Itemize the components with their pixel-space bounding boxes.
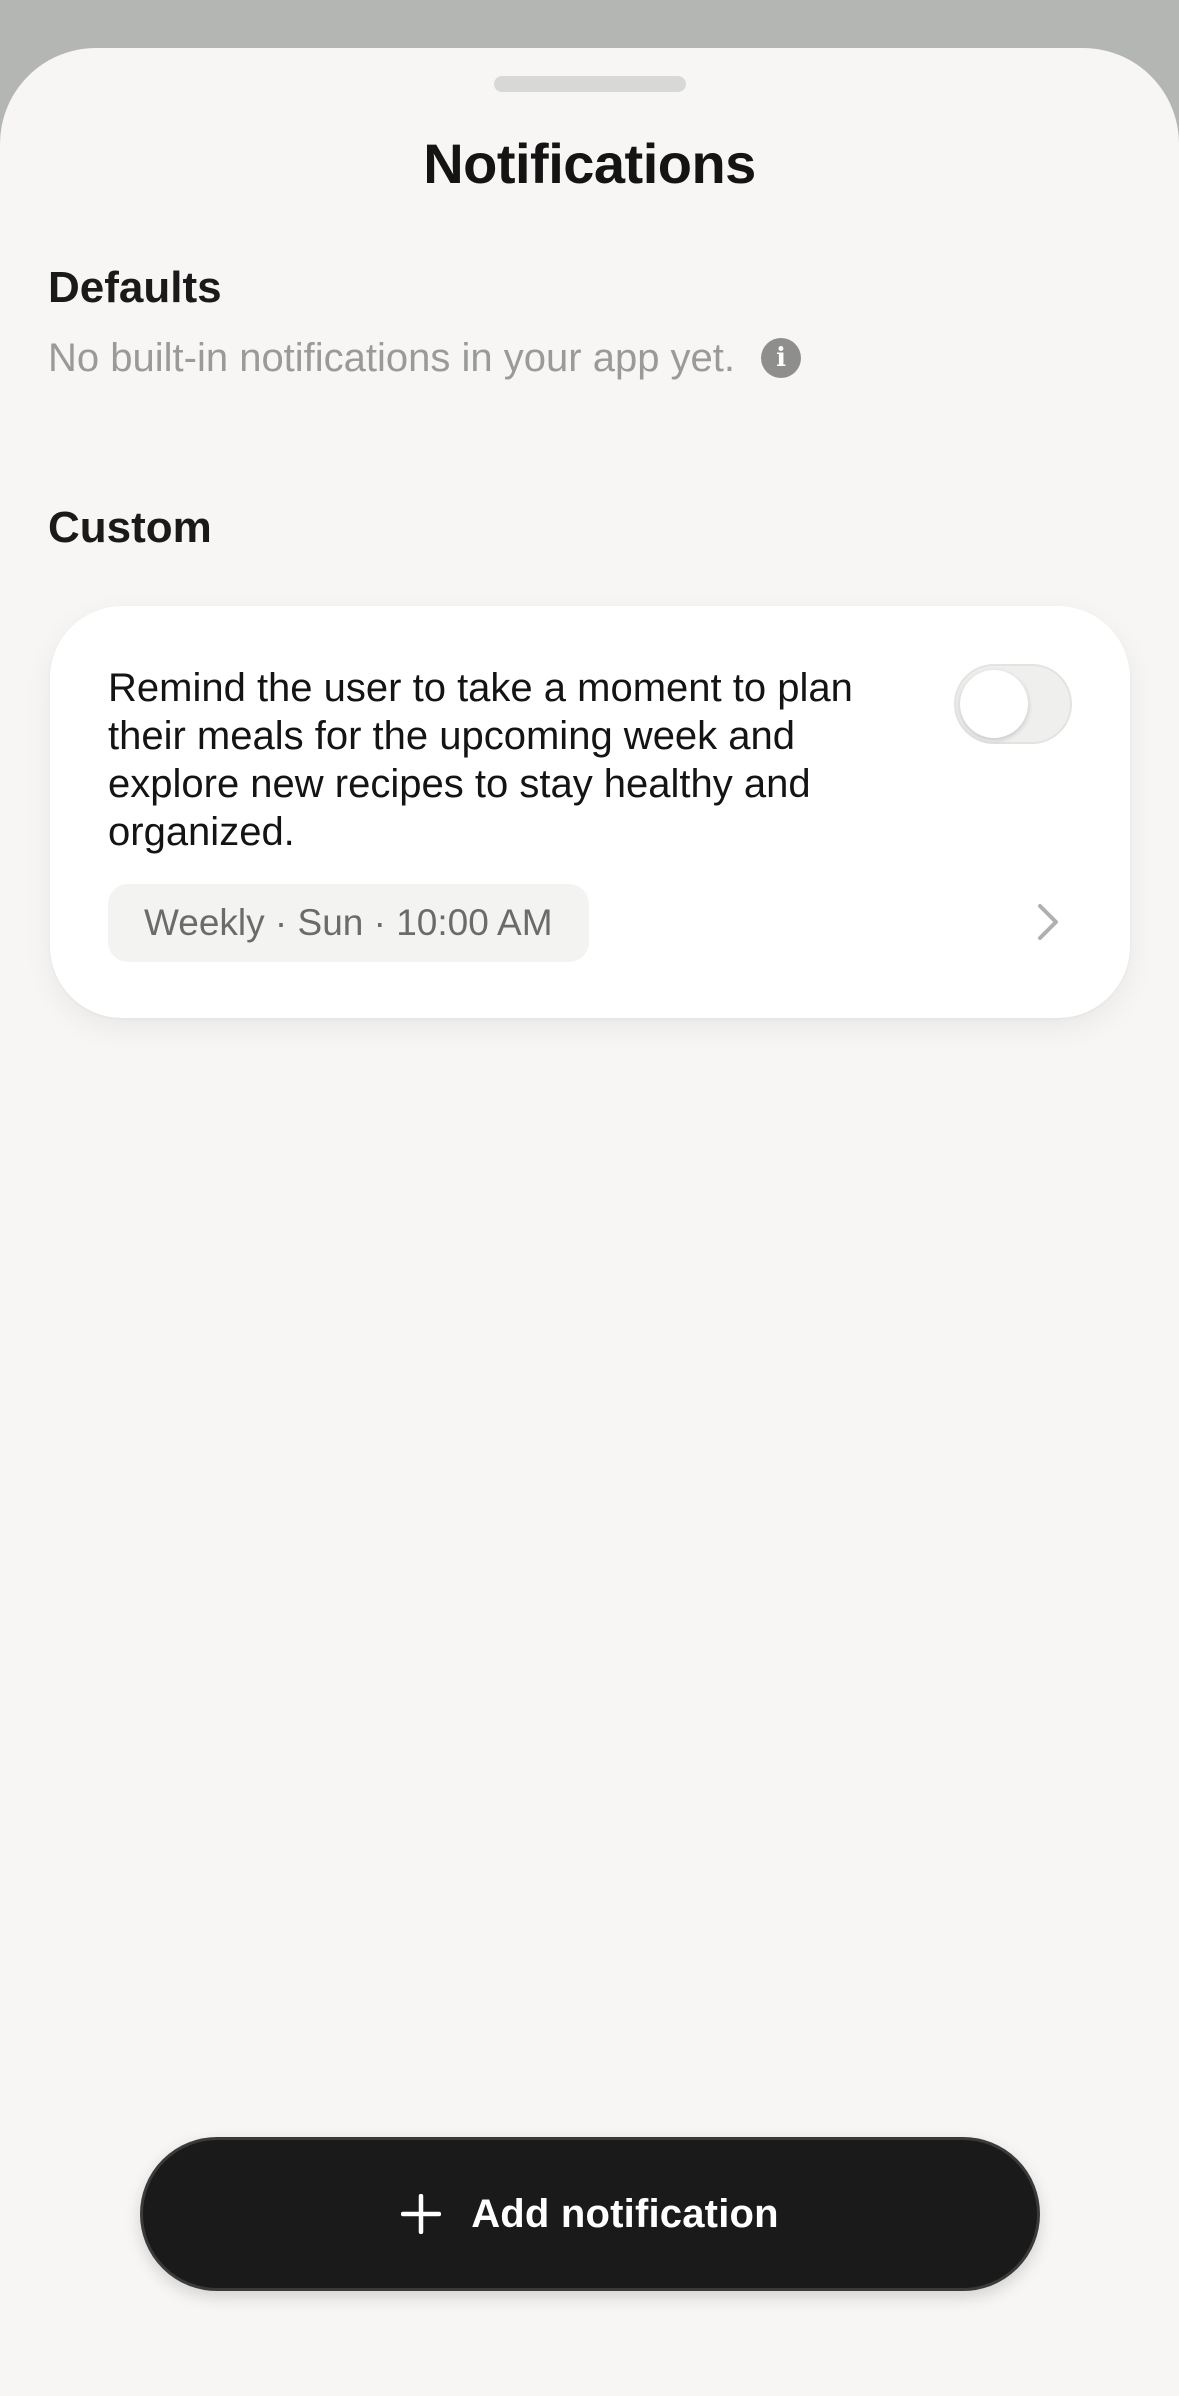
plus-icon <box>401 2194 442 2234</box>
notification-toggle[interactable] <box>954 664 1072 744</box>
notification-text: Remind the user to take a moment to plan… <box>108 666 853 854</box>
chevron-right-icon[interactable] <box>1028 898 1068 946</box>
page-title: Notifications <box>423 132 756 195</box>
custom-notification-card[interactable]: Remind the user to take a moment to plan… <box>50 606 1130 1018</box>
add-notification-button[interactable]: Add notification <box>140 2137 1040 2291</box>
defaults-description-text: No built-in notifications in your app ye… <box>48 336 736 380</box>
notifications-sheet: Notifications Defaults No built-in notif… <box>0 48 1179 2396</box>
info-icon[interactable]: i <box>761 338 802 378</box>
defaults-description: No built-in notifications in your app ye… <box>48 332 802 384</box>
custom-heading: Custom <box>48 503 212 552</box>
add-notification-label: Add notification <box>471 2191 779 2236</box>
sheet-grabber[interactable] <box>494 76 686 92</box>
schedule-badge: Weekly · Sun · 10:00 AM <box>108 884 589 962</box>
defaults-heading: Defaults <box>48 263 222 312</box>
toggle-knob <box>960 670 1028 738</box>
